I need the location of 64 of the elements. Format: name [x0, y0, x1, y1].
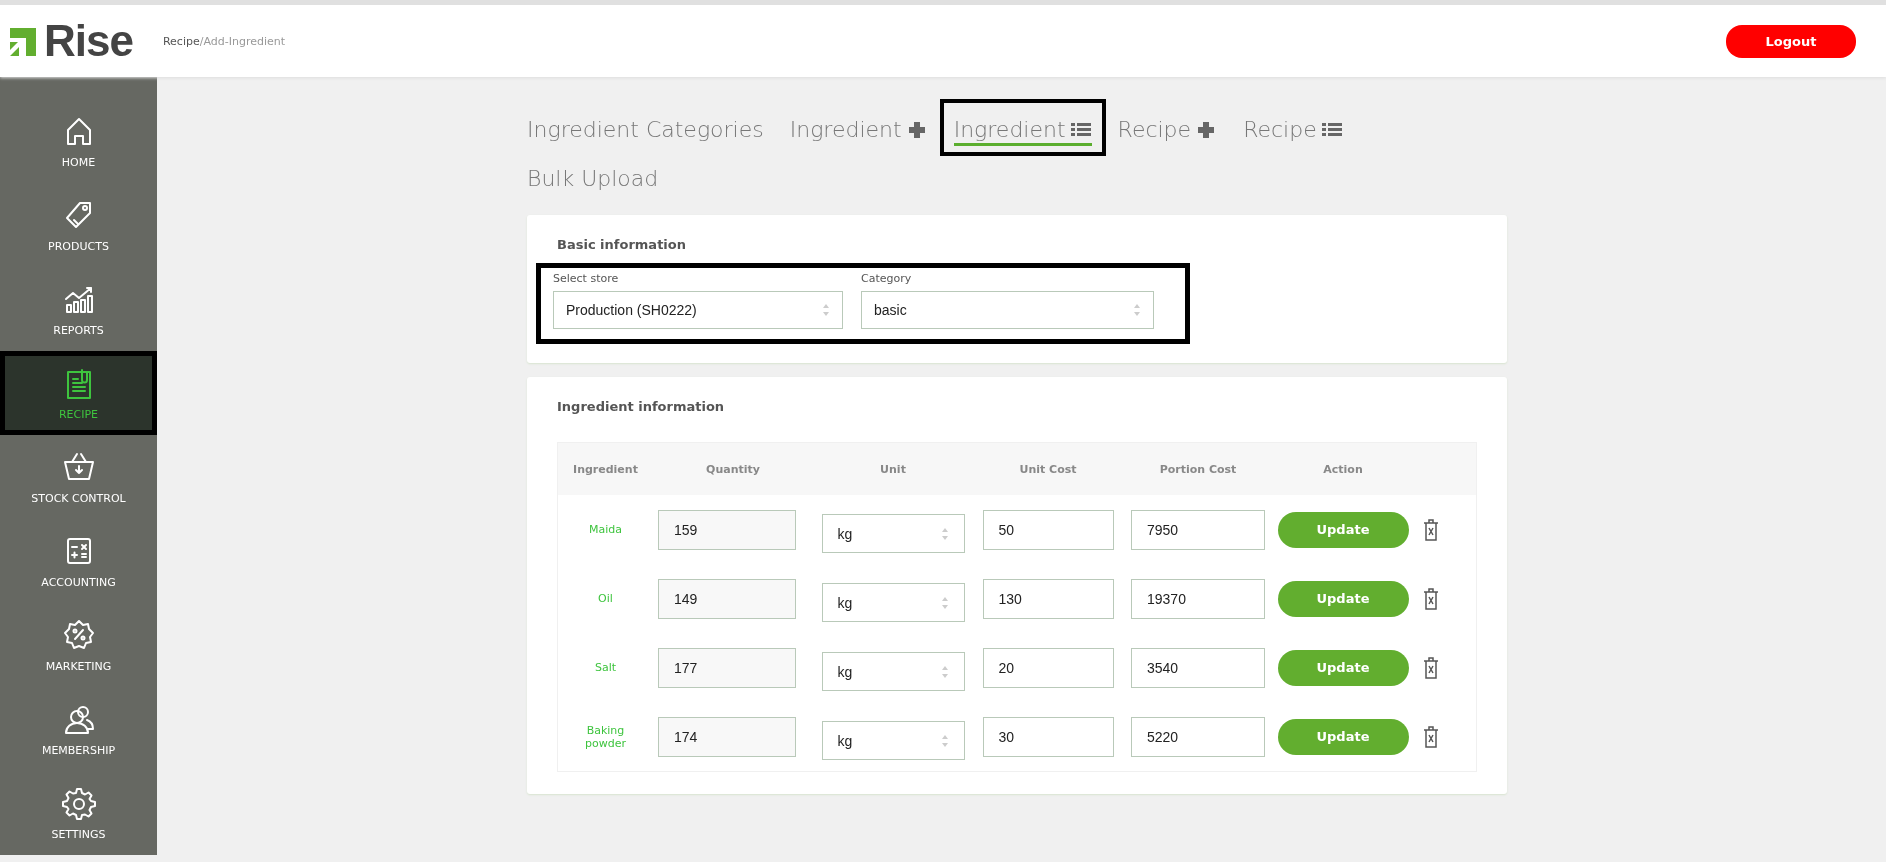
portion-cost-field[interactable]: 5220	[1131, 716, 1265, 757]
column-header: Unit Cost	[1018, 462, 1078, 476]
settings-icon	[61, 785, 96, 820]
column-header: Ingredient	[572, 462, 639, 476]
unit-cost-field[interactable]: 20	[982, 647, 1114, 688]
portion-cost-field[interactable]: 3540	[1131, 647, 1265, 688]
section-title: Basic information	[557, 237, 687, 252]
portion-cost-field[interactable]: 19370	[1131, 578, 1265, 619]
sidebar-item[interactable]: SETTINGS	[0, 771, 157, 855]
column-header: Portion Cost	[1158, 462, 1238, 476]
ingredient-name: Oil	[597, 592, 614, 605]
sidebar-item[interactable]: PRODUCTS	[0, 183, 157, 267]
unit-cost-field[interactable]: 50	[982, 509, 1114, 550]
up-down-arrows-icon	[822, 303, 830, 317]
quantity-field[interactable]: 159	[658, 509, 796, 550]
logo-text: Rise	[44, 16, 133, 66]
sidebar-item[interactable]: STOCK CONTROL	[0, 435, 157, 519]
unit-cost-field[interactable]: 130	[982, 578, 1114, 619]
tab[interactable]: Bulk Upload	[527, 152, 659, 201]
ingredient-name: Maida	[588, 523, 623, 536]
sidebar-item[interactable]: MARKETING	[0, 603, 157, 687]
percent-badge-icon	[61, 617, 96, 652]
breadcrumb-item: /Add-Ingredient	[199, 34, 286, 48]
up-down-arrows-icon	[940, 664, 949, 679]
tab[interactable]: Ingredient Categories	[527, 103, 764, 152]
quantity-field[interactable]: 177	[658, 647, 796, 688]
tab[interactable]: Recipe	[1117, 103, 1218, 152]
portion-cost-field[interactable]: 7950	[1131, 509, 1265, 550]
quantity-field[interactable]: 149	[658, 578, 796, 619]
column-header: Quantity	[705, 462, 761, 476]
sidebar-item[interactable]: RECIPE	[0, 351, 157, 435]
trash-icon[interactable]	[1423, 656, 1439, 679]
unit-select[interactable]: kg	[821, 652, 965, 691]
column-header: Action	[1322, 462, 1364, 476]
quantity-field[interactable]: 174	[658, 716, 796, 757]
tab[interactable]: Recipe	[1243, 103, 1343, 152]
sidebar-item[interactable]: ACCOUNTING	[0, 519, 157, 603]
tab[interactable]: Ingredient	[943, 103, 1102, 152]
up-down-arrows-icon	[940, 526, 949, 541]
select-field[interactable]: Production (SH0222)	[553, 291, 843, 329]
sidebar-item[interactable]: HOME	[0, 99, 157, 183]
up-down-arrows-icon	[1133, 303, 1141, 317]
up-down-arrows-icon	[940, 733, 949, 748]
sidebar-item[interactable]: MEMBERSHIP	[0, 687, 157, 771]
up-down-arrows-icon	[940, 595, 949, 610]
sidebar-item[interactable]: REPORTS	[0, 267, 157, 351]
trash-icon[interactable]	[1423, 725, 1439, 748]
breadcrumb-item[interactable]: Recipe	[162, 34, 200, 48]
logo-mark-icon	[8, 25, 38, 57]
logout-button[interactable]: Logout	[1726, 24, 1856, 58]
field-label: Category	[861, 272, 913, 285]
trash-icon[interactable]	[1423, 587, 1439, 610]
select-field[interactable]: basic	[861, 291, 1154, 329]
trash-icon[interactable]	[1423, 518, 1439, 541]
ingredient-name: Salt	[593, 661, 618, 674]
field-label: Select store	[553, 272, 620, 285]
unit-cost-field[interactable]: 30	[982, 716, 1114, 757]
ingredient-name: Baking powder	[584, 723, 627, 750]
unit-select[interactable]: kg	[821, 514, 965, 553]
column-header: Unit	[879, 462, 907, 476]
tab[interactable]: Ingredient	[789, 103, 928, 152]
unit-select[interactable]: kg	[821, 721, 965, 760]
unit-select[interactable]: kg	[821, 583, 965, 622]
section-title: Ingredient information	[557, 399, 726, 414]
